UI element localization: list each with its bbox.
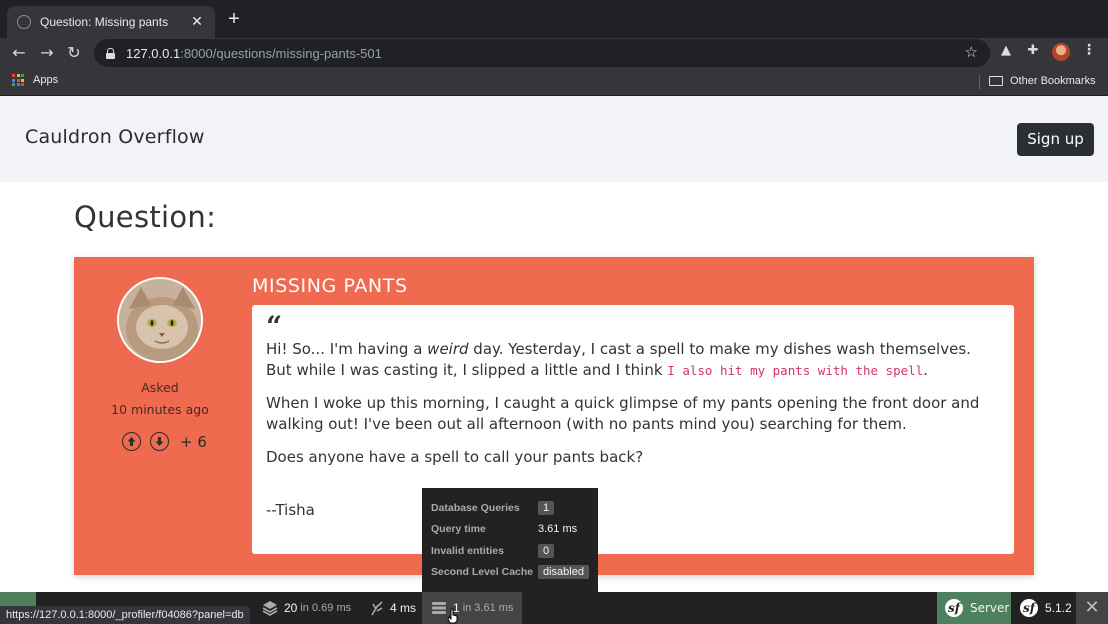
question-paragraph: When I woke up this morning, I caught a … [266,394,980,433]
vote-controls: + 6 [122,432,207,451]
inline-code: I also hit my pants with the spell [667,363,924,378]
sign-up-button[interactable]: Sign up [1017,123,1094,156]
question-body: “ Hi! So... I'm having a weird day. Yest… [252,305,1014,554]
db-key: Invalid entities [431,544,504,557]
menu-dots-icon[interactable]: ⋮ [1082,42,1096,58]
db-value: disabled [538,565,589,580]
browser-toolbar: ← → ↻ 127.0.0.1:8000/questions/missing-p… [0,38,1108,68]
db-row-second-level-cache: Second Level Cache disabled [431,562,590,584]
symfony-logo-icon: sf [945,599,963,617]
vote-count: + 6 [180,432,207,451]
flame-extension-icon[interactable]: ▲ [996,43,1016,58]
profile-avatar[interactable] [1052,43,1070,61]
site-brand[interactable]: Cauldron Overflow [25,126,205,148]
close-toolbar-icon[interactable]: ✕ [1076,592,1108,624]
asker-avatar [117,277,203,363]
browser-tab-active[interactable]: Question: Missing pants ✕ [7,6,215,38]
db-key: Second Level Cache [431,566,534,579]
other-bookmarks[interactable]: Other Bookmarks [989,75,1096,87]
vote-down-icon[interactable] [150,432,169,451]
db-row-queries: Database Queries 1 [431,497,590,519]
reload-icon[interactable]: ↻ [63,42,85,64]
db-query-time: in 3.61 ms [462,602,514,614]
apps-grid-icon [12,74,24,86]
layers-icon [262,601,278,616]
other-bookmarks-label: Other Bookmarks [1010,75,1096,87]
server-panel[interactable]: sf Server [937,592,1011,624]
site-header: Cauldron Overflow Sign up [0,96,1108,182]
question-paragraph: Does anyone have a spell to call your pa… [266,448,644,466]
puzzle-extensions-icon[interactable]: ✚ [1023,43,1043,58]
cat-photo-icon [119,279,201,361]
question-signature: --Tisha [266,501,315,519]
symfony-version-panel[interactable]: sf 5.1.2 [1020,592,1072,624]
back-arrow-icon[interactable]: ← [8,42,30,64]
browser-tabstrip: Question: Missing pants ✕ + [0,0,1108,38]
globe-icon [17,15,31,29]
database-panel[interactable]: 1 in 3.61 ms [422,592,523,624]
address-bar[interactable]: 127.0.0.1:8000/questions/missing-pants-5… [94,39,990,67]
db-profiler-popup: Database Queries 1 Query time 3.61 ms In… [422,488,598,592]
url-text: 127.0.0.1:8000/questions/missing-pants-5… [126,46,382,61]
page-title: Question: [74,200,217,234]
db-value: 0 [538,543,555,558]
feather-icon [371,601,383,616]
server-label: Server [970,601,1010,615]
asked-time: 10 minutes ago [111,402,209,417]
logs-time: 4 ms [390,601,417,615]
folder-icon [989,76,1003,86]
quote-icon: “ [266,310,283,343]
forms-count: 20 [284,601,298,615]
url-host: 127.0.0.1 [126,45,181,61]
db-row-query-time: Query time 3.61 ms [431,519,590,541]
logs-panel[interactable]: 4 ms [370,592,416,624]
question-title: MISSING PANTS [252,275,408,297]
text-segment: Hi! So... I'm having a [266,340,428,358]
vote-up-icon[interactable] [122,432,141,451]
symfony-logo-icon: sf [1020,599,1038,617]
hand-cursor-icon [447,608,458,624]
db-key: Query time [431,523,486,536]
db-value: 1 [538,500,555,515]
lock-icon [106,47,115,59]
bookmarks-divider [979,75,980,89]
db-value: 3.61 ms [538,523,578,536]
status-url-bubble: https://127.0.0.1:8000/_profiler/f04086?… [0,606,250,624]
apps-label: Apps [33,74,59,86]
symfony-version: 5.1.2 [1045,601,1072,615]
forward-arrow-icon[interactable]: → [36,42,58,64]
url-path: :8000/questions/missing-pants-501 [180,45,382,61]
db-key: Database Queries [431,501,520,514]
apps-bookmark[interactable]: Apps [12,74,58,86]
forms-time: in 0.69 ms [300,602,352,614]
asked-label: Asked [141,380,179,395]
emphasis-text: weird [427,340,469,358]
database-icon [432,602,446,614]
forms-panel[interactable]: 20 in 0.69 ms [262,592,351,624]
bookmarks-bar: Apps Other Bookmarks [0,68,1108,96]
close-tab-icon[interactable]: ✕ [189,14,205,30]
bookmark-star-icon[interactable]: ☆ [965,43,978,61]
tab-title: Question: Missing pants [40,15,169,29]
text-segment: . [923,361,928,379]
question-paragraph: Hi! So... I'm having a weird day. Yester… [266,339,1000,381]
new-tab-button[interactable]: + [224,9,244,29]
db-row-invalid-entities: Invalid entities 0 [431,540,590,562]
